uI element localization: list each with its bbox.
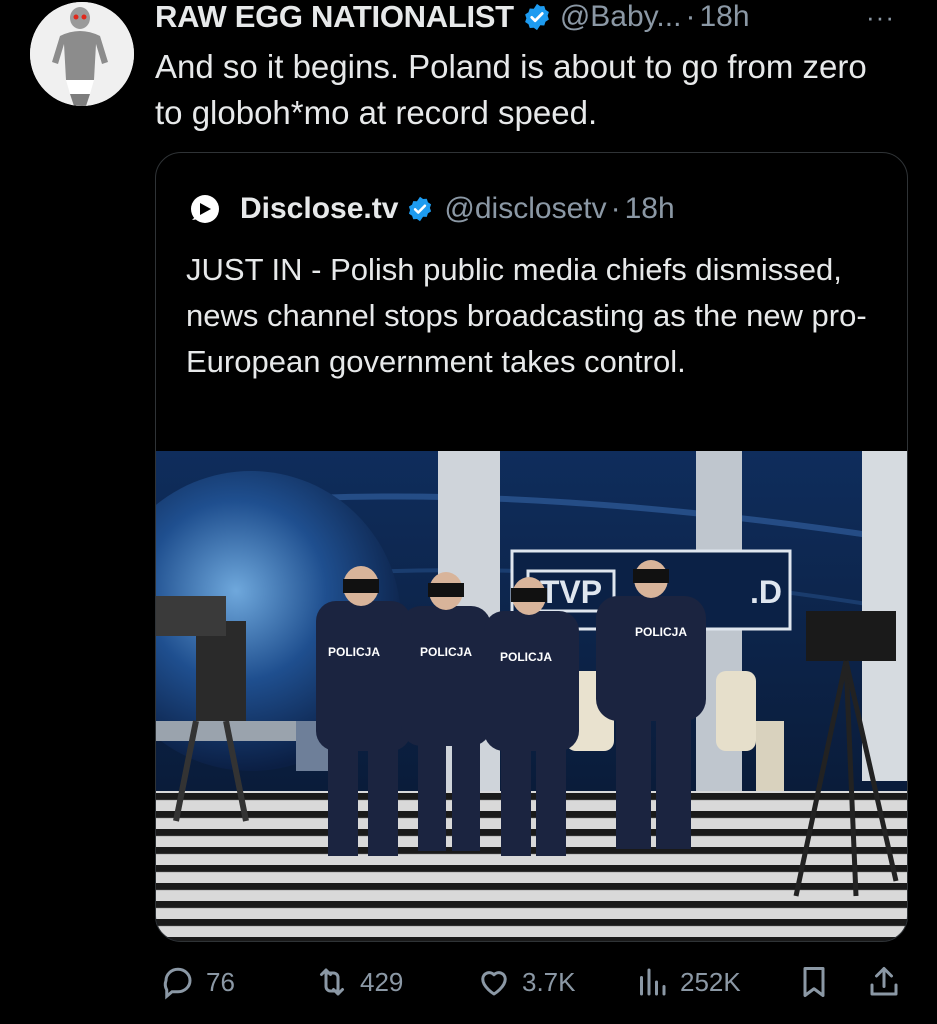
reply-count: 76 bbox=[206, 966, 235, 997]
more-dots-icon[interactable]: ··· bbox=[866, 2, 895, 33]
vest-label: POLICJA bbox=[420, 645, 472, 659]
like-button[interactable]: 3.7K bbox=[476, 964, 576, 1000]
separator-dot: · bbox=[685, 0, 696, 33]
heart-icon bbox=[481, 971, 507, 996]
vest-label: POLICJA bbox=[328, 645, 380, 659]
verified-badge-icon bbox=[409, 196, 432, 222]
tweet-action-bar: 76 429 3.7K 252K bbox=[0, 950, 937, 1016]
quoted-timestamp[interactable]: 18h bbox=[625, 192, 675, 226]
tweet-text: And so it begins. Poland is about to go … bbox=[155, 48, 867, 131]
views-bar-chart-icon bbox=[640, 968, 666, 996]
quoted-author-name[interactable]: Disclose.tv bbox=[240, 192, 398, 226]
bookmark-icon bbox=[803, 967, 825, 997]
tweet-timestamp[interactable]: 18h bbox=[699, 0, 749, 34]
author-handle[interactable]: @Baby... bbox=[560, 0, 682, 34]
author-name[interactable]: RAW EGG NATIONALIST bbox=[155, 0, 514, 35]
reply-bubble-icon bbox=[163, 967, 192, 1000]
verified-badge-icon bbox=[524, 3, 549, 31]
quoted-tweet-photo[interactable]: TVP .D POLICJA POLICJA POLICJA POLICJA bbox=[156, 451, 907, 941]
share-button[interactable] bbox=[866, 964, 902, 1000]
repost-count: 429 bbox=[360, 966, 404, 997]
disclose-tv-logo-icon bbox=[191, 195, 219, 223]
sign-right-text: .D bbox=[750, 574, 782, 610]
like-count: 3.7K bbox=[522, 966, 576, 997]
view-count: 252K bbox=[680, 966, 741, 997]
views-button[interactable]: 252K bbox=[634, 964, 741, 1000]
bookmark-button[interactable] bbox=[796, 964, 832, 1000]
sign-tvp-text: TVP bbox=[540, 574, 602, 610]
vest-label: POLICJA bbox=[500, 650, 552, 664]
quoted-tweet[interactable]: Disclose.tv @disclosetv · 18h JUST IN - … bbox=[155, 152, 908, 942]
author-avatar[interactable] bbox=[30, 2, 134, 106]
vest-label: POLICJA bbox=[635, 625, 687, 639]
police-in-tv-studio-photo: TVP .D POLICJA POLICJA POLICJA POLICJA bbox=[156, 451, 907, 941]
quoted-tweet-text: JUST IN - Polish public media chiefs dis… bbox=[186, 252, 867, 379]
repost-button[interactable]: 429 bbox=[314, 964, 403, 1000]
separator-dot: · bbox=[610, 192, 621, 225]
avatar-image bbox=[30, 2, 134, 106]
share-icon bbox=[870, 967, 898, 996]
reply-button[interactable]: 76 bbox=[160, 964, 235, 1000]
quoted-tweet-header: Disclose.tv @disclosetv · 18h bbox=[190, 189, 675, 229]
quoted-author-handle[interactable]: @disclosetv bbox=[444, 192, 606, 226]
tweet-header: RAW EGG NATIONALIST @Baby... · 18h bbox=[155, 0, 915, 34]
repost-icon bbox=[320, 968, 344, 996]
